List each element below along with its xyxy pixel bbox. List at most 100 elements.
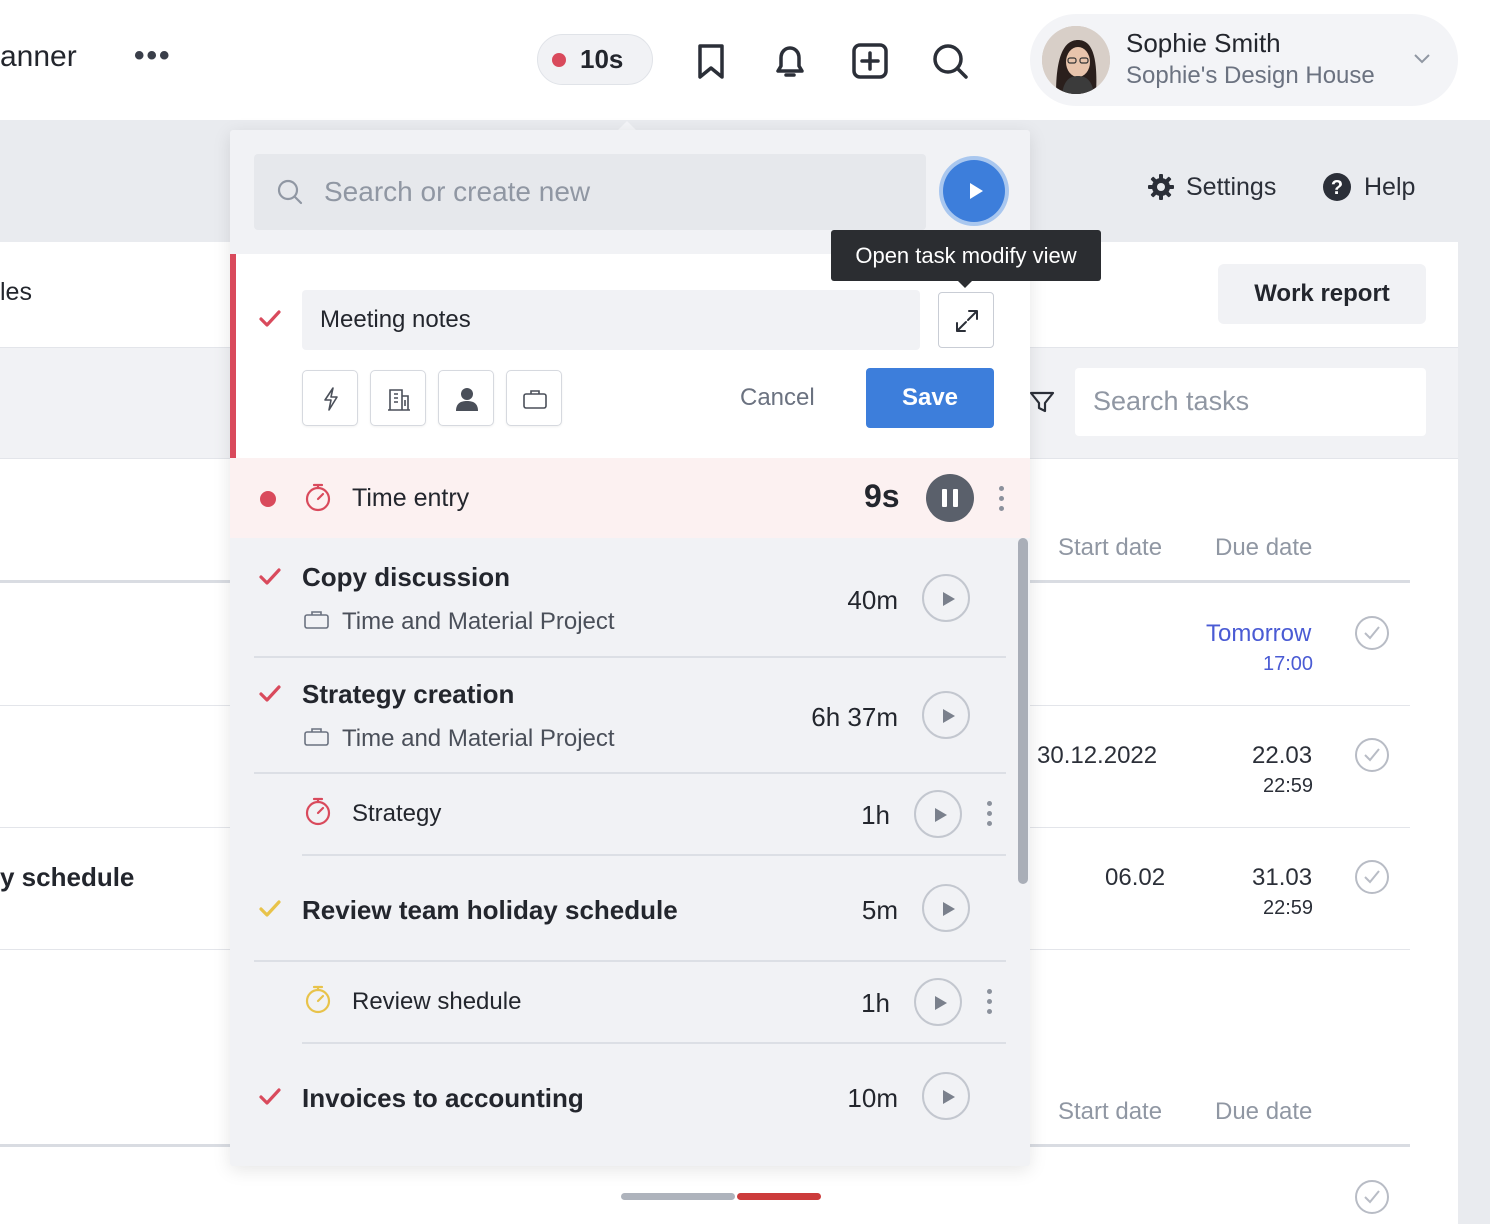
- task-title[interactable]: Invoices to accounting: [302, 1083, 584, 1114]
- search-icon[interactable]: [929, 40, 971, 82]
- start-task-button[interactable]: [922, 1072, 970, 1120]
- more-options-icon[interactable]: [985, 989, 993, 1015]
- due-date: 22.03: [1252, 742, 1313, 769]
- search-or-create-input[interactable]: [324, 154, 914, 230]
- add-icon[interactable]: [849, 40, 891, 82]
- user-menu[interactable]: Sophie Smith Sophie's Design House: [1030, 14, 1458, 106]
- popover-search[interactable]: [254, 154, 926, 230]
- task-duration: 5m: [861, 895, 898, 925]
- client-chip[interactable]: [370, 370, 426, 426]
- help-button[interactable]: ? Help: [1322, 172, 1415, 202]
- due-time: 17:00: [1263, 653, 1314, 675]
- cancel-button[interactable]: Cancel: [740, 384, 815, 412]
- more-options-icon[interactable]: [985, 801, 993, 827]
- app-title: anner: [0, 40, 77, 73]
- time-entry-elapsed: 9s: [864, 478, 900, 514]
- help-icon: ?: [1323, 173, 1351, 201]
- task-title[interactable]: y schedule: [0, 862, 134, 893]
- complete-check-icon[interactable]: [1354, 615, 1390, 651]
- time-entry-label[interactable]: Review shedule: [352, 988, 521, 1016]
- play-icon: [935, 996, 947, 1010]
- list-divider: [302, 854, 1006, 856]
- start-task-button[interactable]: [922, 884, 970, 932]
- task-project: Time and Material Project: [342, 608, 615, 635]
- task-check-icon[interactable]: [259, 683, 281, 705]
- task-duration: 10m: [847, 1083, 898, 1113]
- list-divider: [254, 656, 1006, 658]
- user-workspace: Sophie's Design House: [1126, 62, 1375, 89]
- stopwatch-icon: [305, 985, 331, 1014]
- complete-check-icon[interactable]: [1354, 737, 1390, 773]
- column-header-due[interactable]: Due date: [1215, 1098, 1312, 1126]
- list-divider: [302, 1042, 1006, 1044]
- project-chip[interactable]: [506, 370, 562, 426]
- play-icon: [943, 902, 955, 916]
- user-name: Sophie Smith: [1126, 28, 1281, 58]
- column-header-start[interactable]: Start date: [1058, 1098, 1162, 1126]
- recording-dot-icon: [552, 52, 566, 67]
- start-date: 30.12.2022: [1037, 742, 1158, 769]
- briefcase-icon: [304, 611, 329, 629]
- stopwatch-icon: [305, 483, 331, 512]
- task-duration: 6h 37m: [811, 702, 898, 732]
- timer-popover: Cancel Save Time entry 9s Copy discussio…: [230, 130, 1030, 1166]
- open-task-modify-button[interactable]: [938, 292, 994, 348]
- page-tab[interactable]: les: [0, 278, 32, 307]
- complete-check-icon[interactable]: [1354, 859, 1390, 895]
- bookmark-icon[interactable]: [690, 40, 732, 82]
- popover-caret: [618, 121, 636, 130]
- search-tasks-input[interactable]: Search tasks: [1075, 368, 1426, 436]
- avatar: [1042, 26, 1110, 94]
- column-header-due[interactable]: Due date: [1215, 534, 1312, 562]
- person-icon: [456, 388, 478, 411]
- task-check-icon[interactable]: [259, 898, 281, 920]
- list-divider: [254, 960, 1006, 962]
- play-icon: [970, 183, 983, 199]
- horizontal-scrollbar-thumb[interactable]: [737, 1193, 821, 1200]
- task-name-input[interactable]: [302, 290, 920, 350]
- running-timer-pill[interactable]: 10s: [537, 34, 653, 85]
- start-entry-button[interactable]: [914, 790, 962, 838]
- assignee-chip[interactable]: [438, 370, 494, 426]
- save-button[interactable]: Save: [866, 368, 994, 428]
- start-entry-button[interactable]: [914, 978, 962, 1026]
- briefcase-icon: [304, 728, 329, 746]
- bell-icon[interactable]: [769, 40, 811, 82]
- time-entry-label[interactable]: Strategy: [352, 800, 441, 828]
- running-time-entry[interactable]: Time entry 9s: [230, 458, 1030, 538]
- pause-button[interactable]: [926, 474, 974, 522]
- task-title[interactable]: Copy discussion: [302, 562, 510, 593]
- task-duration: 40m: [847, 585, 898, 615]
- task-check-icon[interactable]: [259, 566, 281, 588]
- time-entry-label: Time entry: [352, 484, 470, 512]
- due-date: Tomorrow: [1206, 620, 1312, 647]
- priority-chip[interactable]: [302, 370, 358, 426]
- task-title[interactable]: Review team holiday schedule: [302, 895, 678, 926]
- task-title[interactable]: Strategy creation: [302, 679, 514, 710]
- due-time: 22:59: [1263, 897, 1314, 919]
- start-task-button[interactable]: [922, 574, 970, 622]
- more-options-icon[interactable]: [997, 486, 1005, 512]
- search-icon: [277, 179, 303, 205]
- start-task-button[interactable]: [922, 691, 970, 739]
- time-entry-duration: 1h: [861, 800, 890, 830]
- popover-scrollbar[interactable]: [1018, 538, 1028, 884]
- filter-icon[interactable]: [1028, 388, 1056, 416]
- start-timer-button[interactable]: [943, 160, 1005, 222]
- lightning-icon: [324, 387, 338, 411]
- settings-label: Settings: [1186, 172, 1277, 201]
- settings-button[interactable]: Settings: [1146, 172, 1276, 202]
- help-label: Help: [1364, 172, 1416, 201]
- more-menu-icon[interactable]: •••: [134, 41, 172, 71]
- top-bar: anner ••• 10s Sophie Smith Sophie's Desi…: [0, 0, 1490, 120]
- chevron-down-icon: [1414, 54, 1430, 64]
- column-header-start[interactable]: Start date: [1058, 534, 1162, 562]
- horizontal-scrollbar[interactable]: [621, 1193, 735, 1200]
- task-project: Time and Material Project: [342, 725, 615, 752]
- running-timer-value: 10s: [580, 44, 624, 74]
- work-report-button[interactable]: Work report: [1218, 264, 1426, 324]
- play-icon: [943, 1090, 955, 1104]
- task-check-icon[interactable]: [259, 308, 281, 330]
- complete-check-icon[interactable]: [1354, 1179, 1390, 1215]
- task-check-icon[interactable]: [259, 1086, 281, 1108]
